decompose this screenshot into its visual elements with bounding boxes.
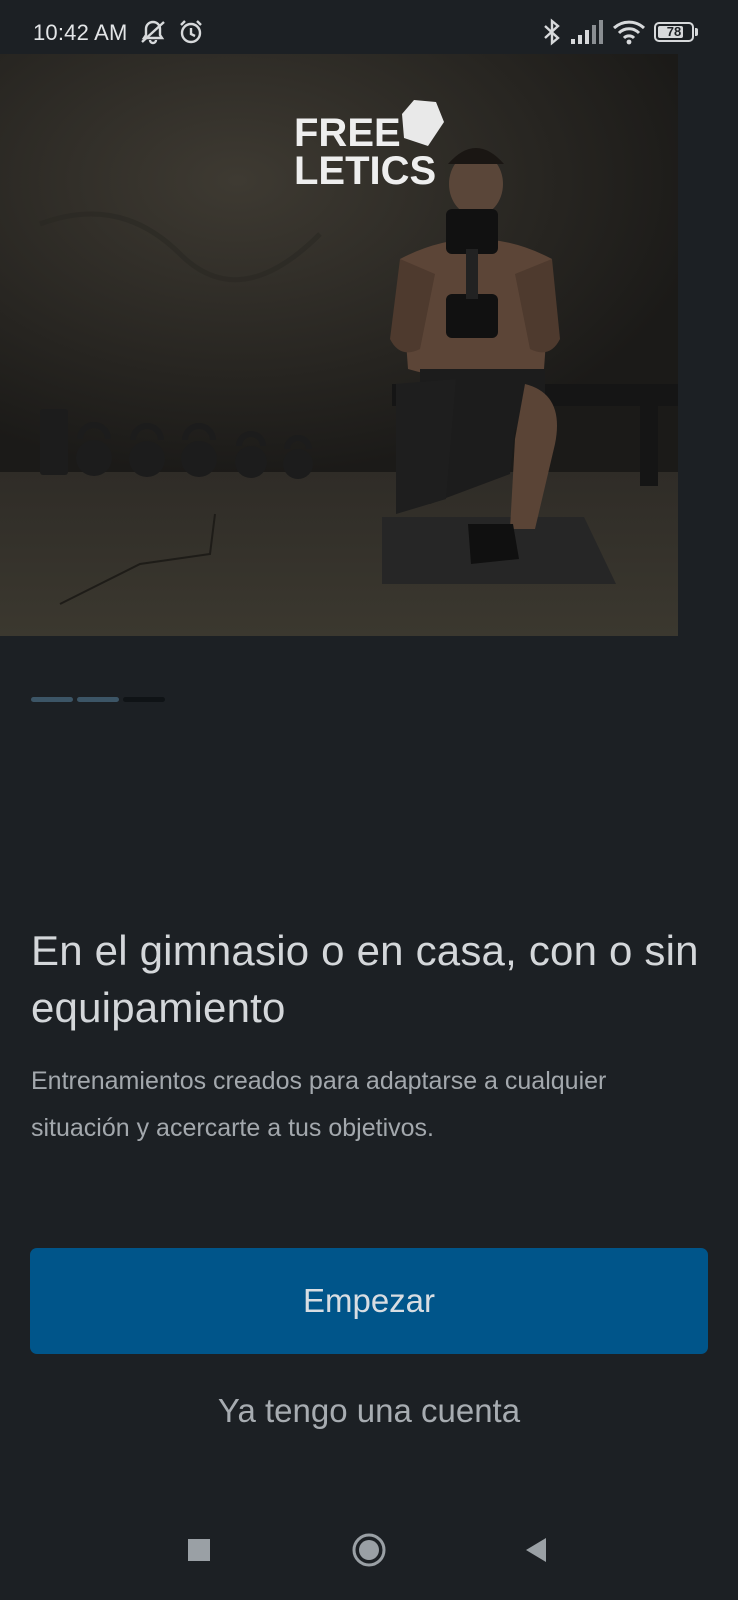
status-bar: 10:42 AM 78: [0, 0, 738, 54]
page-indicator-dash-1: [31, 697, 73, 702]
start-button[interactable]: Empezar: [30, 1248, 708, 1354]
svg-text:LETICS: LETICS: [294, 149, 436, 193]
existing-account-button[interactable]: Ya tengo una cuenta: [30, 1383, 708, 1439]
status-time: 10:42 AM: [33, 20, 128, 45]
battery-level: 78: [666, 24, 682, 39]
back-triangle-icon[interactable]: [491, 1500, 581, 1600]
page-indicator-dash-2: [77, 697, 119, 702]
bluetooth-icon: [540, 17, 564, 52]
recents-square-icon[interactable]: [154, 1500, 244, 1600]
hero-image: FREE LETICS: [0, 54, 678, 636]
onboarding-description: Entrenamientos creados para adaptarse a …: [31, 1067, 607, 1142]
muted-bell-icon: [138, 17, 168, 52]
page-indicator-dash-3: [123, 697, 165, 702]
home-circle-icon[interactable]: [324, 1500, 414, 1600]
navigation-bar: [0, 1500, 738, 1600]
alarm-icon: [176, 17, 206, 52]
wifi-icon: [612, 17, 646, 52]
signal-icon: [569, 17, 605, 52]
battery-icon: 78: [654, 22, 694, 42]
onboarding-headline: En el gimnasio o en casa, con o sin equi…: [31, 927, 699, 1031]
